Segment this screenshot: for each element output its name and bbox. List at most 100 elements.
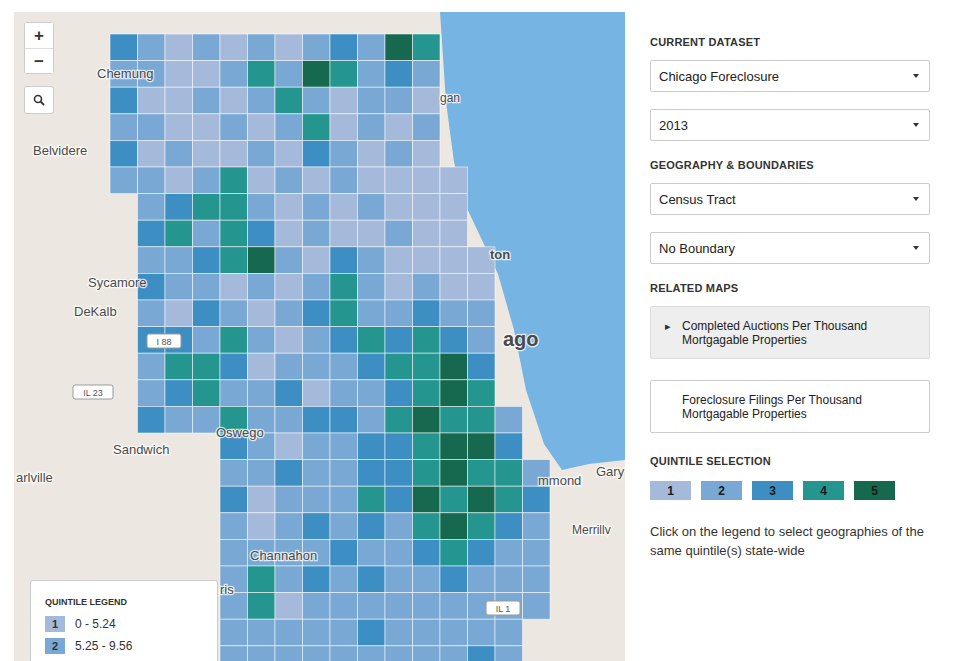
tract[interactable] xyxy=(413,486,441,513)
tract[interactable] xyxy=(440,167,468,194)
map-canvas[interactable]: I 88IL 23IL 1ChemungBelvidereSycamoreDeK… xyxy=(14,12,625,661)
tract[interactable] xyxy=(330,327,358,354)
tract[interactable] xyxy=(330,646,358,661)
tract[interactable] xyxy=(220,539,248,566)
tract[interactable] xyxy=(248,327,276,354)
tract[interactable] xyxy=(468,460,496,487)
tract[interactable] xyxy=(413,167,441,194)
tract[interactable] xyxy=(385,566,413,593)
tract[interactable] xyxy=(385,433,413,460)
tract[interactable] xyxy=(110,34,138,61)
tract[interactable] xyxy=(495,433,523,460)
tract[interactable] xyxy=(220,380,248,407)
tract[interactable] xyxy=(193,220,221,247)
tract[interactable] xyxy=(248,513,276,540)
quintile-button[interactable]: 5 xyxy=(854,481,895,500)
tract[interactable] xyxy=(330,220,358,247)
tract[interactable] xyxy=(248,566,276,593)
tract[interactable] xyxy=(303,353,331,380)
tract[interactable] xyxy=(358,34,386,61)
tract[interactable] xyxy=(358,273,386,300)
tract[interactable] xyxy=(303,406,331,433)
tract[interactable] xyxy=(165,247,193,274)
tract[interactable] xyxy=(385,486,413,513)
tract[interactable] xyxy=(275,406,303,433)
tract[interactable] xyxy=(358,167,386,194)
tract[interactable] xyxy=(468,619,496,646)
tract[interactable] xyxy=(440,646,468,661)
tract[interactable] xyxy=(303,114,331,141)
tract[interactable] xyxy=(385,247,413,274)
quintile-button[interactable]: 4 xyxy=(803,481,844,500)
tract[interactable] xyxy=(165,167,193,194)
tract[interactable] xyxy=(138,247,166,274)
tract[interactable] xyxy=(220,61,248,88)
zoom-out-button[interactable]: − xyxy=(25,48,53,73)
tract[interactable] xyxy=(303,167,331,194)
tract[interactable] xyxy=(165,273,193,300)
tract[interactable] xyxy=(275,513,303,540)
tract[interactable] xyxy=(413,61,441,88)
tract[interactable] xyxy=(165,406,193,433)
tract[interactable] xyxy=(193,140,221,167)
tract[interactable] xyxy=(110,140,138,167)
tract[interactable] xyxy=(358,140,386,167)
tract[interactable] xyxy=(330,87,358,114)
tract[interactable] xyxy=(330,486,358,513)
tract[interactable] xyxy=(248,34,276,61)
tract[interactable] xyxy=(385,593,413,620)
tract[interactable] xyxy=(385,220,413,247)
tract[interactable] xyxy=(330,114,358,141)
tract[interactable] xyxy=(413,406,441,433)
tract[interactable] xyxy=(413,593,441,620)
tract[interactable] xyxy=(303,433,331,460)
map[interactable]: I 88IL 23IL 1ChemungBelvidereSycamoreDeK… xyxy=(14,12,625,661)
tract[interactable] xyxy=(110,114,138,141)
tract[interactable] xyxy=(275,460,303,487)
tract[interactable] xyxy=(413,539,441,566)
tract[interactable] xyxy=(440,247,468,274)
tract[interactable] xyxy=(220,353,248,380)
tract[interactable] xyxy=(330,619,358,646)
tract[interactable] xyxy=(138,353,166,380)
zoom-in-button[interactable]: + xyxy=(25,23,53,48)
tract[interactable] xyxy=(138,34,166,61)
tract[interactable] xyxy=(523,513,551,540)
tract[interactable] xyxy=(220,247,248,274)
tract[interactable] xyxy=(440,300,468,327)
tract[interactable] xyxy=(330,539,358,566)
tract[interactable] xyxy=(330,566,358,593)
tract[interactable] xyxy=(165,380,193,407)
tract[interactable] xyxy=(440,194,468,221)
tract[interactable] xyxy=(248,593,276,620)
tract[interactable] xyxy=(220,273,248,300)
tract[interactable] xyxy=(138,220,166,247)
tract[interactable] xyxy=(495,460,523,487)
quintile-button[interactable]: 1 xyxy=(650,481,691,500)
tract[interactable] xyxy=(440,593,468,620)
tract[interactable] xyxy=(468,513,496,540)
tract[interactable] xyxy=(303,34,331,61)
tract[interactable] xyxy=(303,646,331,661)
tract[interactable] xyxy=(248,300,276,327)
tract[interactable] xyxy=(523,486,551,513)
tract[interactable] xyxy=(468,539,496,566)
tract[interactable] xyxy=(165,220,193,247)
tract[interactable] xyxy=(303,140,331,167)
tract[interactable] xyxy=(468,486,496,513)
tract[interactable] xyxy=(413,220,441,247)
tract[interactable] xyxy=(220,300,248,327)
tract[interactable] xyxy=(165,114,193,141)
tract[interactable] xyxy=(413,34,441,61)
tract[interactable] xyxy=(248,220,276,247)
tract[interactable] xyxy=(358,513,386,540)
tract[interactable] xyxy=(468,433,496,460)
tract[interactable] xyxy=(275,87,303,114)
tract[interactable] xyxy=(220,619,248,646)
tract[interactable] xyxy=(358,380,386,407)
tract[interactable] xyxy=(303,247,331,274)
tract[interactable] xyxy=(385,646,413,661)
tract[interactable] xyxy=(193,114,221,141)
related-map-item[interactable]: ▸Completed Auctions Per Thousand Mortgag… xyxy=(650,306,930,359)
tract[interactable] xyxy=(440,433,468,460)
